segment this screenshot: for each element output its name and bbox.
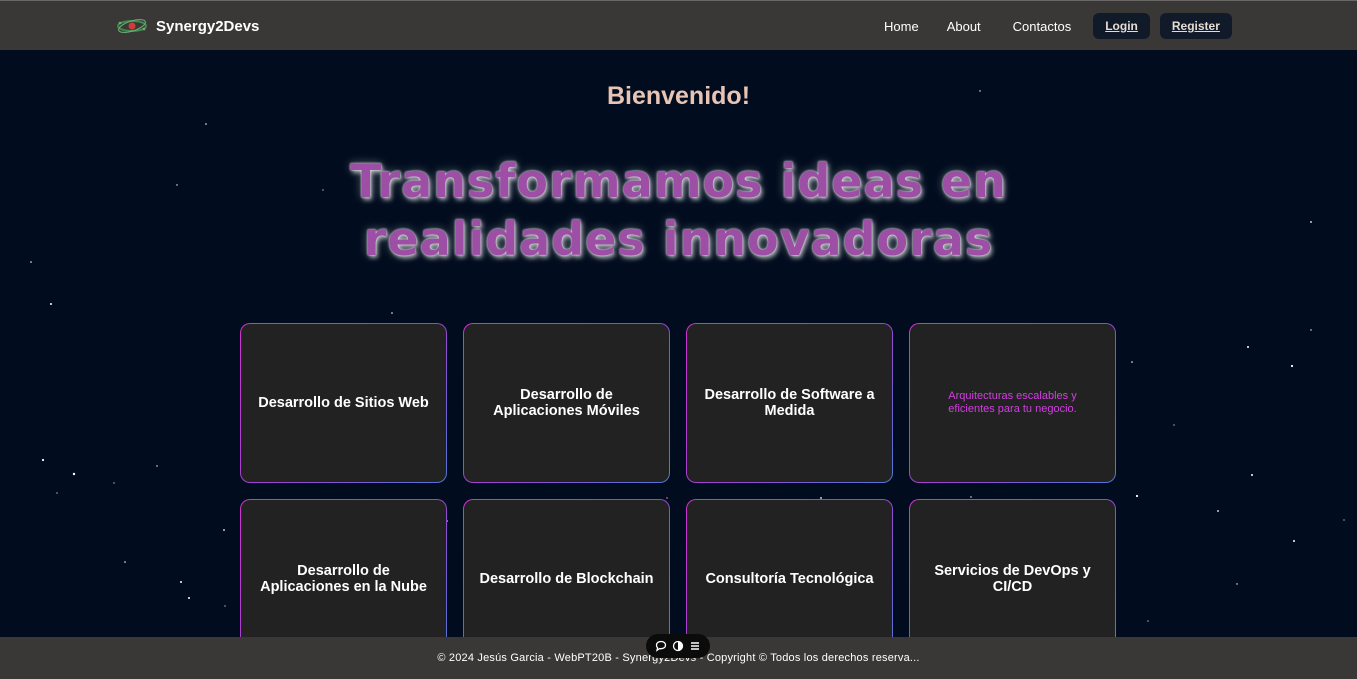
welcome-heading: Bienvenido! [606,82,751,110]
service-card-title: Desarrollo de Sitios Web [258,395,429,411]
service-card-title: Desarrollo de Software a Medida [704,387,875,419]
service-card-title: Desarrollo de Aplicaciones Móviles [493,387,640,419]
service-card-body: Desarrollo de Aplicaciones Móviles [464,324,669,482]
service-card-body: Desarrollo de Sitios Web [241,324,446,482]
hero-headline-line2: realidades innovadoras [363,212,994,266]
contrast-icon[interactable] [671,639,685,653]
service-card-body: Desarrollo de Blockchain [464,500,669,658]
service-card[interactable]: Desarrollo de Aplicaciones Móviles [463,323,670,483]
register-button[interactable]: Register [1159,13,1232,39]
service-card[interactable]: Desarrollo de Sitios Web [240,323,447,483]
chat-icon[interactable] [654,639,668,653]
service-card-title: Consultoría Tecnológica [705,571,874,587]
nav-links: Home About Contactos Login Register [870,1,1232,51]
nav-link-home[interactable]: Home [870,19,933,34]
login-button[interactable]: Login [1093,13,1150,39]
service-card-body: Desarrollo de Software a Medida [687,324,892,482]
navbar: Synergy2Devs Home About Contactos Login … [0,0,1357,50]
service-card-title: Servicios de DevOps y CI/CD [934,563,1091,595]
service-card-title: Desarrollo de Blockchain [479,571,654,587]
menu-icon[interactable] [688,639,702,653]
nav-link-about[interactable]: About [933,19,999,34]
brand-name: Synergy2Devs [156,17,260,35]
service-card[interactable]: Desarrollo de Software a Medida [686,323,893,483]
service-card[interactable]: Desarrollo de Blockchain [463,499,670,659]
brand[interactable]: Synergy2Devs [116,13,259,39]
hero-headline: Transformamos ideas en realidades innova… [0,152,1357,268]
service-card-description: Arquitecturas escalables y eficientes pa… [948,390,1077,415]
nav-link-contactos[interactable]: Contactos [999,19,1086,34]
service-card-body: Desarrollo de Aplicaciones en la Nube [241,500,446,658]
services-grid: Desarrollo de Sitios Web Desarrollo de A… [240,323,1116,659]
service-card-body: Servicios de DevOps y CI/CD [910,500,1115,658]
service-card[interactable]: Consultoría Tecnológica [686,499,893,659]
hero-headline-line1: Transformamos ideas en [350,154,1007,208]
page: Synergy2Devs Home About Contactos Login … [0,0,1357,679]
service-card-title: Desarrollo de Aplicaciones en la Nube [260,563,427,595]
service-card-body: Arquitecturas escalables y eficientes pa… [910,324,1115,482]
floating-toolbar [646,634,710,658]
service-card-hovered[interactable]: Arquitecturas escalables y eficientes pa… [909,323,1116,483]
service-card[interactable]: Desarrollo de Aplicaciones en la Nube [240,499,447,659]
service-card-body: Consultoría Tecnológica [687,500,892,658]
synergy-logo-icon [117,19,147,33]
service-card[interactable]: Servicios de DevOps y CI/CD [909,499,1116,659]
